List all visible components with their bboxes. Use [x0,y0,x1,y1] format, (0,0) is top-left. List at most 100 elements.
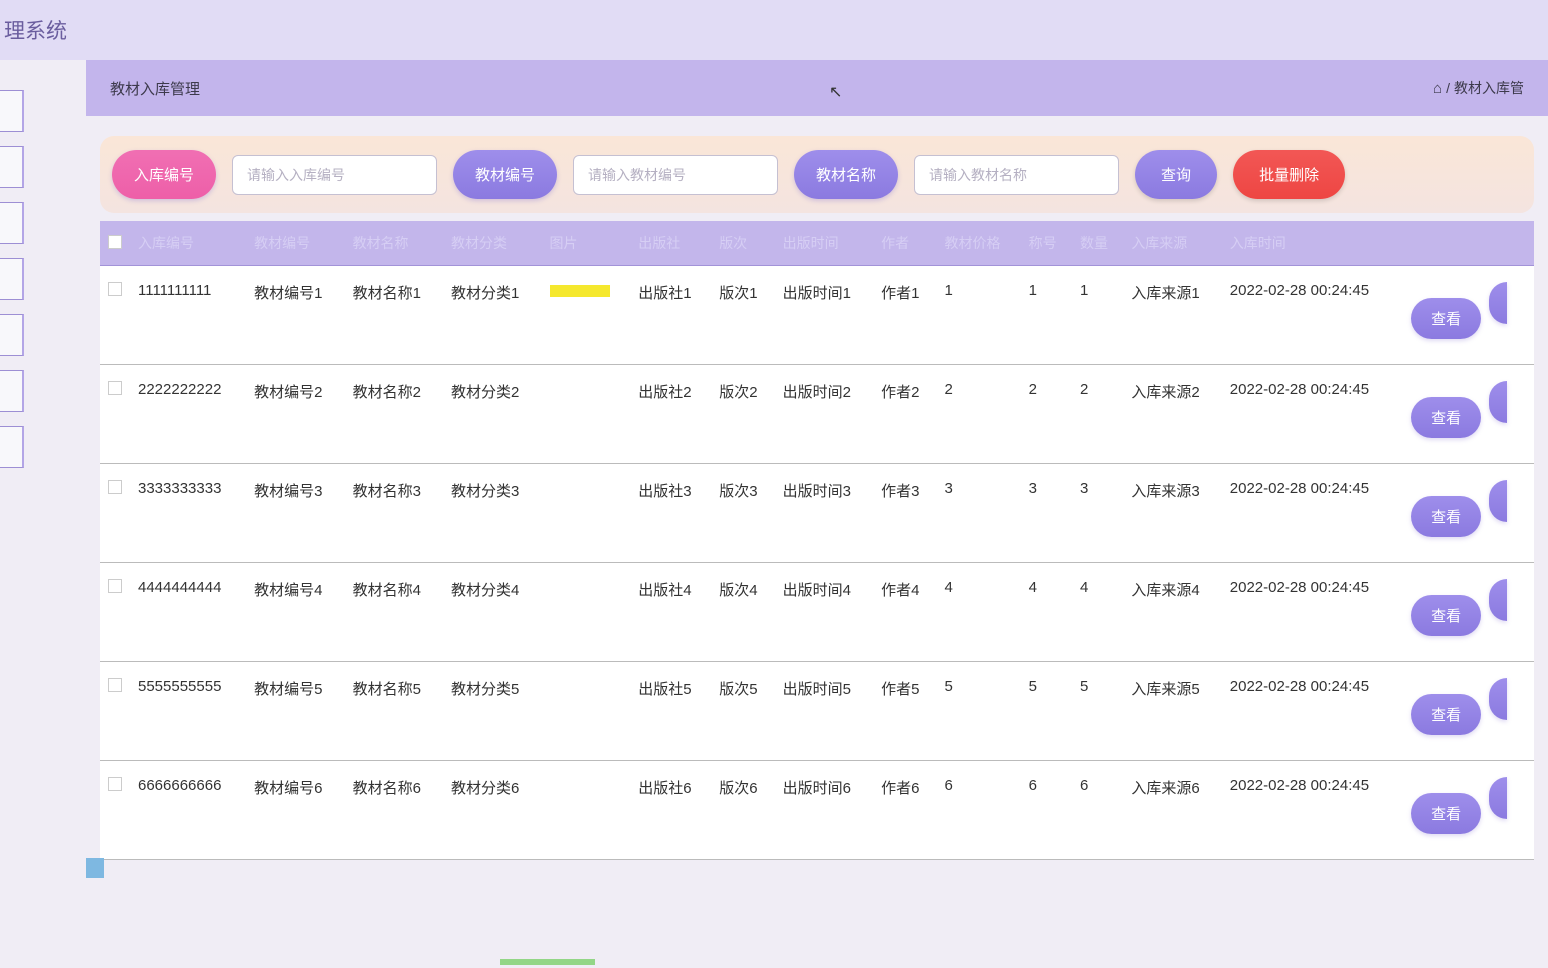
cell-edition: 版次6 [711,761,774,860]
cell-pubtime: 出版时间3 [775,464,873,563]
cell-pubtime: 出版时间6 [775,761,873,860]
cell-time: 2022-02-28 00:24:45 [1222,464,1403,563]
cell-category: 教材分类6 [443,761,541,860]
sidebar-item-2[interactable] [0,146,24,188]
view-button[interactable]: 查看 [1411,793,1481,834]
sidebar-item-1[interactable] [0,90,24,132]
home-icon[interactable]: ⌂ [1433,80,1442,97]
table-wrap: 入库编号 教材编号 教材名称 教材分类 图片 出版社 版次 出版时间 作者 教材… [100,221,1534,860]
cell-pubtime: 出版时间5 [775,662,873,761]
query-button[interactable]: 查询 [1135,150,1217,199]
cell-publisher: 出版社1 [630,266,711,365]
th-pubtime: 出版时间 [775,221,873,266]
cell-action: 查看 [1403,662,1534,761]
cell-category: 教材分类3 [443,464,541,563]
cell-textbook-id: 教材编号3 [246,464,344,563]
cell-inbound-id: 1111111111 [130,266,246,365]
row-checkbox[interactable] [108,777,122,791]
cell-image [542,563,631,662]
cell-textbook-id: 教材编号1 [246,266,344,365]
cell-edition: 版次4 [711,563,774,662]
sidebar-item-5[interactable] [0,314,24,356]
cell-image [542,662,631,761]
batch-delete-button[interactable]: 批量删除 [1233,150,1345,199]
input-textbook-id[interactable] [573,155,778,195]
cell-c2: 4 [1021,563,1072,662]
cell-source: 入库来源1 [1123,266,1221,365]
row-checkbox[interactable] [108,480,122,494]
th-textbook-name: 教材名称 [345,221,443,266]
cell-c3: 2 [1072,365,1123,464]
cell-author: 作者1 [873,266,936,365]
input-inbound-id[interactable] [232,155,437,195]
cell-edition: 版次2 [711,365,774,464]
secondary-action-button[interactable] [1489,282,1507,324]
cell-action: 查看 [1403,563,1534,662]
cell-image [542,464,631,563]
cell-checkbox [100,761,130,860]
sidebar-item-3[interactable] [0,202,24,244]
row-checkbox[interactable] [108,678,122,692]
cell-textbook-name: 教材名称5 [345,662,443,761]
th-source: 入库来源 [1123,221,1221,266]
content-area: 教材入库管理 ⌂ / 教材入库管 入库编号 教材编号 教材名称 查询 批量删除 … [86,60,1548,968]
cell-c1: 1 [937,266,1021,365]
sidebar-item-4[interactable] [0,258,24,300]
input-textbook-name[interactable] [914,155,1119,195]
cell-checkbox [100,365,130,464]
th-publisher: 出版社 [630,221,711,266]
cell-c1: 6 [937,761,1021,860]
secondary-action-button[interactable] [1489,777,1507,819]
cell-checkbox [100,464,130,563]
breadcrumb-sep: / [1446,80,1450,96]
row-checkbox[interactable] [108,381,122,395]
cell-time: 2022-02-28 00:24:45 [1222,662,1403,761]
th-textbook-id: 教材编号 [246,221,344,266]
secondary-action-button[interactable] [1489,480,1507,522]
view-button[interactable]: 查看 [1411,397,1481,438]
sidebar-item-6[interactable] [0,370,24,412]
breadcrumb: ⌂ / 教材入库管 [1433,78,1524,98]
select-all-checkbox[interactable] [108,235,122,249]
image-thumb[interactable] [550,285,610,297]
secondary-action-button[interactable] [1489,579,1507,621]
cell-textbook-name: 教材名称2 [345,365,443,464]
cell-publisher: 出版社5 [630,662,711,761]
th-image: 图片 [542,221,631,266]
page-header: 教材入库管理 ⌂ / 教材入库管 [86,60,1548,116]
cell-time: 2022-02-28 00:24:45 [1222,563,1403,662]
cell-source: 入库来源4 [1123,563,1221,662]
label-textbook-id: 教材编号 [453,150,557,199]
cell-c3: 6 [1072,761,1123,860]
cell-c3: 4 [1072,563,1123,662]
view-button[interactable]: 查看 [1411,694,1481,735]
secondary-action-button[interactable] [1489,678,1507,720]
sidebar [0,60,50,968]
green-indicator [500,959,595,965]
cell-action: 查看 [1403,464,1534,563]
cell-checkbox [100,266,130,365]
cell-textbook-id: 教材编号6 [246,761,344,860]
cell-action: 查看 [1403,266,1534,365]
cell-source: 入库来源6 [1123,761,1221,860]
cell-publisher: 出版社3 [630,464,711,563]
cell-inbound-id: 5555555555 [130,662,246,761]
row-checkbox[interactable] [108,282,122,296]
view-button[interactable]: 查看 [1411,496,1481,537]
cell-image [542,365,631,464]
cell-edition: 版次5 [711,662,774,761]
breadcrumb-current[interactable]: 教材入库管 [1454,78,1524,98]
cell-category: 教材分类4 [443,563,541,662]
cell-c2: 5 [1021,662,1072,761]
cell-time: 2022-02-28 00:24:45 [1222,266,1403,365]
cell-source: 入库来源3 [1123,464,1221,563]
secondary-action-button[interactable] [1489,381,1507,423]
row-checkbox[interactable] [108,579,122,593]
cell-publisher: 出版社2 [630,365,711,464]
blue-indicator [86,858,104,878]
sidebar-item-7[interactable] [0,426,24,468]
view-button[interactable]: 查看 [1411,298,1481,339]
cell-c1: 4 [937,563,1021,662]
table-row: 4444444444教材编号4教材名称4教材分类4出版社4版次4出版时间4作者4… [100,563,1534,662]
view-button[interactable]: 查看 [1411,595,1481,636]
